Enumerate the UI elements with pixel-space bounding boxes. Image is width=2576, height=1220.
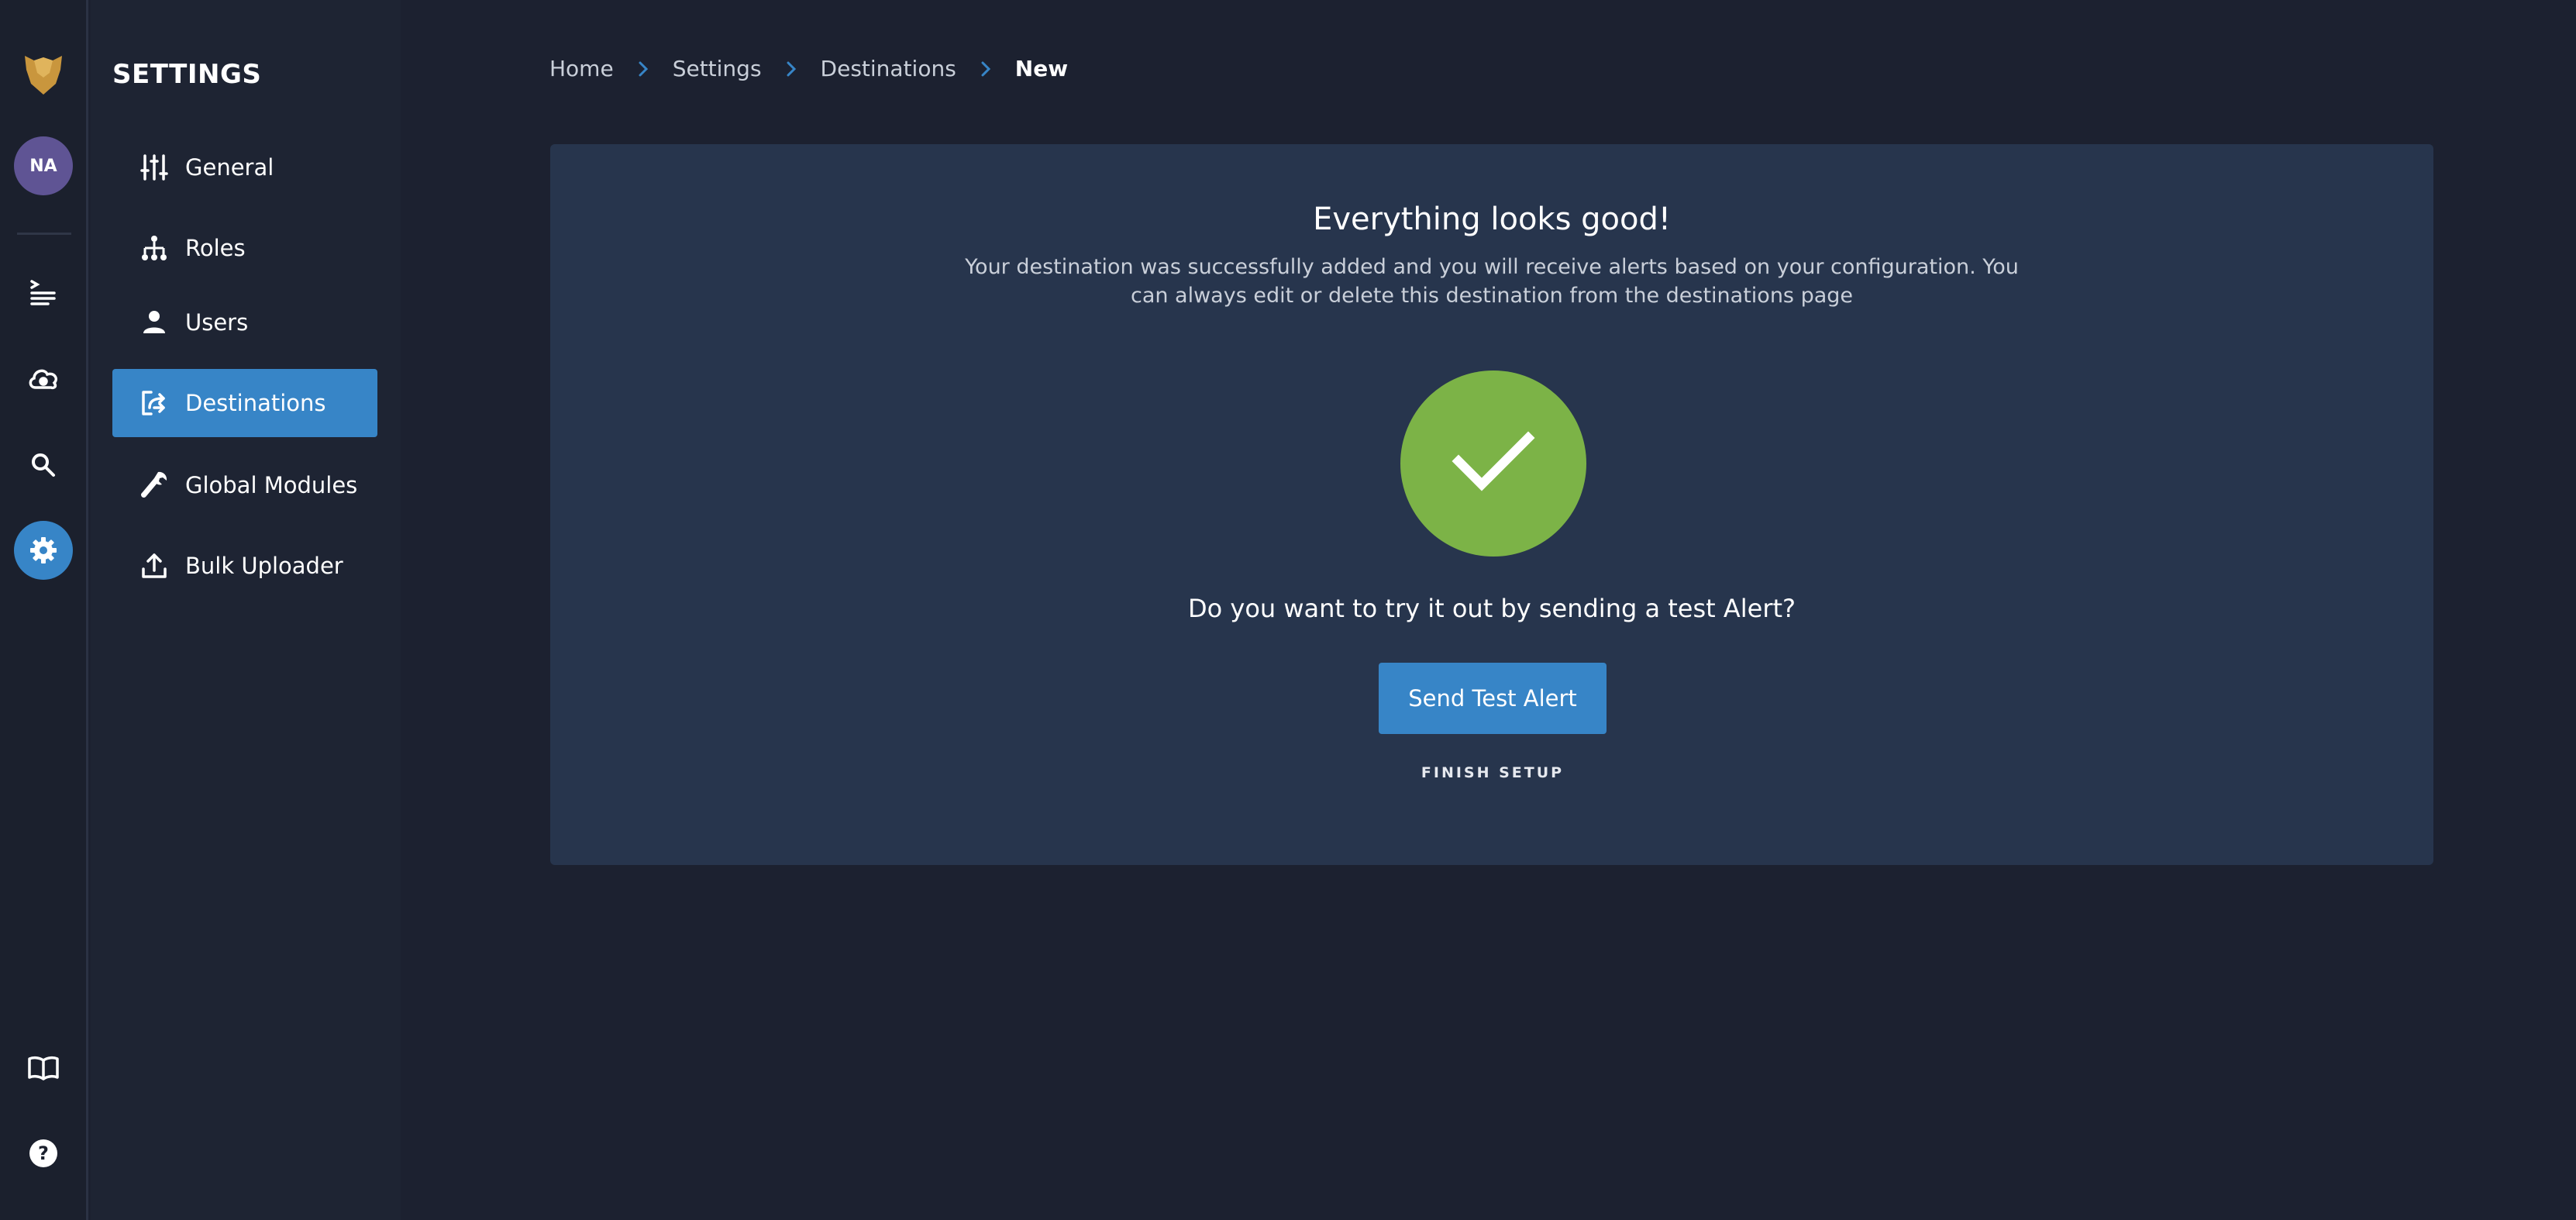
destinations-icon — [139, 388, 170, 419]
finish-setup-button[interactable]: FINISH SETUP — [1376, 764, 1609, 795]
card-description: Your destination was successfully added … — [965, 255, 2019, 308]
sidebar-item-label: Global Modules — [185, 472, 358, 498]
sidebar-item-bulk-uploader[interactable]: Bulk Uploader — [112, 532, 377, 600]
sidebar-item-label: Destinations — [185, 390, 326, 416]
sidebar-item-label: Users — [185, 309, 249, 336]
sidebar-item-global-modules[interactable]: Global Modules — [112, 451, 377, 519]
breadcrumb: Home Settings Destinations New — [549, 56, 1068, 81]
settings-title: SETTINGS — [112, 59, 262, 90]
alerts-icon[interactable] — [14, 264, 73, 322]
breadcrumb-current: New — [1014, 56, 1069, 81]
breadcrumb-home[interactable]: Home — [549, 56, 614, 81]
sidebar-item-label: Bulk Uploader — [185, 553, 343, 579]
help-icon[interactable]: ? — [14, 1124, 73, 1183]
hierarchy-icon — [139, 233, 170, 264]
sidebar-item-general[interactable]: General — [112, 133, 377, 202]
checkmark-icon — [1400, 370, 1586, 557]
user-icon — [139, 307, 170, 338]
cloud-icon[interactable] — [14, 349, 73, 408]
avatar[interactable]: NA — [14, 136, 73, 195]
sidebar-item-users[interactable]: Users — [112, 288, 377, 357]
sidebar-item-destinations[interactable]: Destinations — [112, 369, 377, 437]
card-title: Everything looks good! — [1313, 202, 1671, 237]
chevron-right-icon — [785, 60, 797, 78]
breadcrumb-destinations[interactable]: Destinations — [821, 56, 956, 81]
gear-icon[interactable] — [14, 521, 73, 580]
send-test-alert-button[interactable]: Send Test Alert — [1379, 663, 1607, 734]
wrench-icon — [139, 470, 170, 501]
avatar-initials: NA — [29, 156, 57, 176]
settings-sidebar: SETTINGS General Roles Users Destination… — [91, 0, 401, 1220]
panther-logo-icon[interactable] — [14, 45, 73, 104]
rail-divider — [17, 233, 71, 235]
svg-text:?: ? — [38, 1142, 49, 1164]
chevron-right-icon — [637, 60, 649, 78]
test-alert-prompt: Do you want to try it out by sending a t… — [1187, 594, 1796, 623]
upload-icon — [139, 550, 170, 581]
success-card: Everything looks good! Your destination … — [550, 144, 2433, 865]
main-content: Home Settings Destinations New Everythin… — [401, 0, 2576, 1220]
sidebar-item-label: Roles — [185, 235, 246, 261]
search-icon[interactable] — [14, 436, 73, 495]
icon-rail: NA ? — [0, 0, 88, 1220]
sliders-icon — [139, 152, 170, 183]
chevron-right-icon — [980, 60, 992, 78]
book-icon[interactable] — [14, 1039, 73, 1098]
breadcrumb-settings[interactable]: Settings — [673, 56, 762, 81]
sidebar-item-roles[interactable]: Roles — [112, 214, 377, 282]
sidebar-item-label: General — [185, 154, 274, 181]
